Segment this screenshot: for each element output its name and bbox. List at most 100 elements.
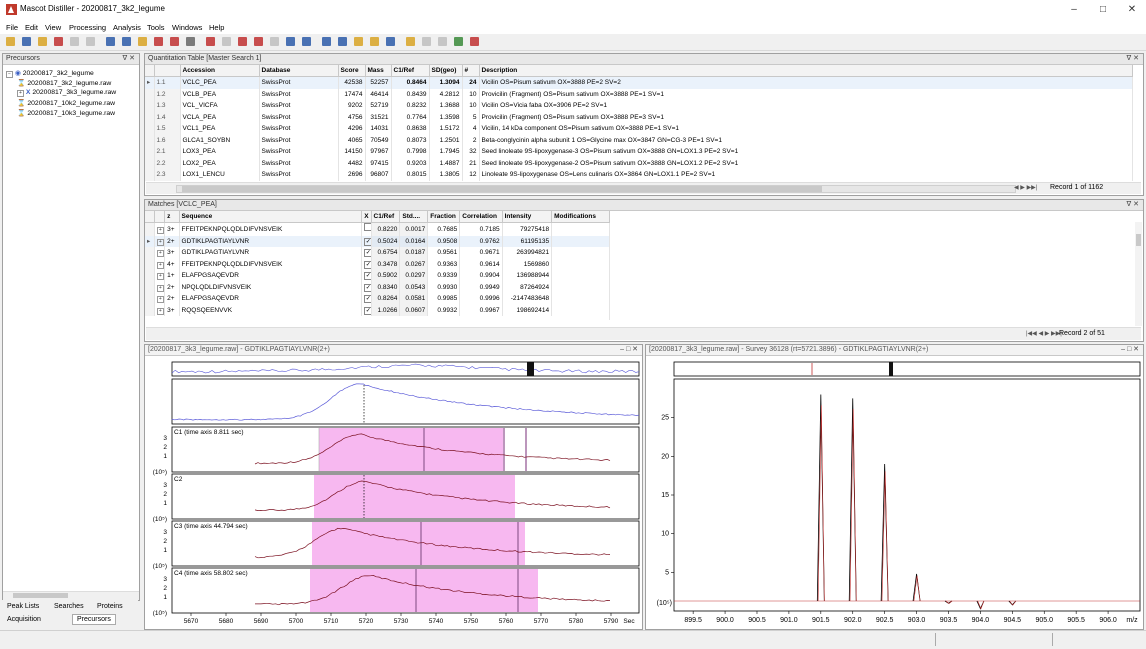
- table-row[interactable]: 2.3 LOX1_LENCU SwissProt 2696 96807 0.8015 1.3…: [145, 169, 1133, 181]
- expand-icon[interactable]: +: [156, 273, 164, 280]
- toolbar-icon[interactable]: [254, 37, 263, 46]
- matches-vscrollbar[interactable]: [1135, 222, 1142, 326]
- toolbar-icon[interactable]: [470, 37, 479, 46]
- expand-icon[interactable]: +: [156, 261, 164, 269]
- col-c1-ref[interactable]: C1/Ref: [371, 211, 401, 223]
- table-row[interactable]: 1.5 VCL1_PEA SwissProt 4296 14031 0.8638 1.517…: [145, 123, 1133, 135]
- toolbar-icon[interactable]: [222, 37, 231, 46]
- col-count[interactable]: #: [462, 65, 480, 77]
- panel-window-buttons[interactable]: – □ ✕: [620, 345, 638, 355]
- table-row[interactable]: 2.1 LOX3_PEA SwissProt 14150 97967 0.7998 1.79…: [145, 146, 1133, 158]
- matches-nav-buttons[interactable]: |◀◀ ◀ ▶ ▶▶|: [1026, 330, 1062, 337]
- toolbar-icon[interactable]: [422, 37, 431, 46]
- close-button[interactable]: ✕: [1118, 2, 1146, 18]
- table-row[interactable]: +3+ GDTIKLPAGTIAYLVNR ✓ 0.6754 0.0187 0.9561 0…: [145, 247, 610, 259]
- toolbar-icon[interactable]: [186, 37, 195, 46]
- panel-pin-close-icon[interactable]: ∇ ✕: [1127, 54, 1140, 64]
- tab-searches[interactable]: Searches: [54, 603, 84, 610]
- col-sequence[interactable]: Sequence: [179, 211, 363, 223]
- tab-acquisition[interactable]: Acquisition: [7, 616, 41, 623]
- tree-file-1[interactable]: ⌛ 20200817_3k2_legume.raw: [17, 79, 111, 87]
- include-checkbox[interactable]: ✓: [364, 260, 370, 269]
- toolbar-icon[interactable]: [6, 37, 15, 46]
- toolbar-icon[interactable]: [386, 37, 395, 46]
- col-modifications[interactable]: Modifications: [551, 211, 610, 223]
- tab-peak-lists[interactable]: Peak Lists: [7, 603, 39, 610]
- tree-file-4[interactable]: ⌛ 20200817_10k3_legume.raw: [17, 109, 115, 117]
- include-checkbox[interactable]: ✓: [364, 249, 370, 257]
- table-row[interactable]: 1.6 GLCA1_SOYBN SwissProt 4065 70549 0.8073 1.…: [145, 134, 1133, 146]
- menu-processing[interactable]: Processing: [69, 23, 106, 32]
- table-row[interactable]: +2+ ELAFPGSAQEVDR ✓ 0.8264 0.0581 0.9985 0.999…: [145, 293, 610, 305]
- toolbar-icon[interactable]: [338, 37, 347, 46]
- toolbar-icon[interactable]: [238, 37, 247, 46]
- col-score[interactable]: Score: [338, 65, 366, 77]
- toolbar-icon[interactable]: [106, 37, 115, 46]
- include-checkbox[interactable]: ✓: [364, 272, 370, 280]
- tab-proteins[interactable]: Proteins: [97, 603, 123, 610]
- menu-help[interactable]: Help: [209, 23, 224, 32]
- menu-edit[interactable]: Edit: [25, 23, 38, 32]
- include-checkbox[interactable]: ✓: [364, 295, 370, 303]
- toolbar-icon[interactable]: [122, 37, 131, 46]
- col-sd[interactable]: SD(geo): [429, 65, 463, 77]
- include-checkbox[interactable]: ✓: [364, 283, 370, 292]
- panel-pin-close-icon[interactable]: ∇ ✕: [1127, 200, 1140, 210]
- toolbar-icon[interactable]: [154, 37, 163, 46]
- table-row[interactable]: ▸ 1.1 VCLC_PEA SwissProt 42538 52257 0.8464 1.3…: [145, 76, 1133, 89]
- spectrum-chart[interactable]: 25 20 15 10 5 (10⁵) 899.5 900.0 900.5 901.0 901.5 9…: [646, 357, 1143, 629]
- tree-file-2[interactable]: + X 20200817_3k3_legume.raw: [17, 89, 116, 97]
- table-row[interactable]: +2+ NPQLQDLDIFVNSVEIK ✓ 0.8340 0.0543 0.9930 0…: [145, 281, 610, 293]
- expand-icon[interactable]: +: [156, 226, 164, 234]
- toolbar-icon[interactable]: [406, 37, 415, 46]
- toolbar-icon[interactable]: [370, 37, 379, 46]
- col-database[interactable]: Database: [259, 65, 339, 77]
- toolbar-icon[interactable]: [86, 37, 95, 46]
- col-ratio[interactable]: C1/Ref: [391, 65, 430, 77]
- col-intensity[interactable]: Intensity: [502, 211, 553, 223]
- toolbar-icon[interactable]: [170, 37, 179, 46]
- toolbar-icon[interactable]: [286, 37, 295, 46]
- expand-icon[interactable]: +: [156, 250, 164, 257]
- toolbar-icon[interactable]: [322, 37, 331, 46]
- include-checkbox[interactable]: ✓: [364, 237, 370, 246]
- table-row[interactable]: 1.2 VCLB_PEA SwissProt 17474 46414 0.8439 4.28…: [145, 88, 1133, 100]
- expand-icon[interactable]: +: [156, 238, 164, 246]
- tree-file-3[interactable]: ⌛ 20200817_10k2_legume.raw: [17, 99, 115, 107]
- tree-root[interactable]: − ◉ 20200817_3k2_legume: [6, 69, 94, 78]
- panel-pin-close-icon[interactable]: ∇ ✕: [123, 54, 136, 64]
- toolbar-icon[interactable]: [206, 37, 215, 46]
- col-std[interactable]: Std....: [399, 211, 429, 223]
- include-checkbox[interactable]: [364, 223, 370, 231]
- table-row[interactable]: 1.3 VCL_VICFA SwissProt 9202 52719 0.8232 1.36…: [145, 100, 1133, 112]
- toolbar-icon[interactable]: [22, 37, 31, 46]
- table-row[interactable]: 2.2 LOX2_PEA SwissProt 4482 97415 0.9203 1.488…: [145, 157, 1133, 169]
- expand-icon[interactable]: +: [156, 284, 164, 292]
- table-row[interactable]: +1+ ELAFPGSAQEVDR ✓ 0.5902 0.0297 0.9339 0.990…: [145, 270, 610, 282]
- menu-windows[interactable]: Windows: [172, 23, 202, 32]
- expand-icon[interactable]: +: [156, 307, 164, 315]
- toolbar-icon[interactable]: [354, 37, 363, 46]
- toolbar-icon[interactable]: [270, 37, 279, 46]
- menu-analysis[interactable]: Analysis: [113, 23, 141, 32]
- col-x[interactable]: X: [361, 211, 372, 223]
- expand-icon[interactable]: +: [156, 296, 164, 303]
- xic-chart[interactable]: C1 (time axis 8.811 sec) 3 2 1 (10⁵) C2 3 2 1 (10…: [145, 357, 642, 629]
- col-accession[interactable]: Accession: [180, 65, 260, 77]
- toolbar-icon[interactable]: [302, 37, 311, 46]
- toolbar-icon[interactable]: [438, 37, 447, 46]
- menu-tools[interactable]: Tools: [147, 23, 165, 32]
- precursors-hscrollbar[interactable]: [3, 591, 139, 600]
- toolbar-icon[interactable]: [454, 37, 463, 46]
- tab-precursors[interactable]: Precursors: [72, 614, 116, 625]
- col-mass[interactable]: Mass: [365, 65, 392, 77]
- col-z[interactable]: z: [164, 211, 180, 223]
- toolbar-icon[interactable]: [70, 37, 79, 46]
- panel-window-buttons[interactable]: – □ ✕: [1121, 345, 1139, 355]
- table-row[interactable]: +3+ FFEITPEKNPQLQDLDIFVNSVEIK 0.8220 0.0017…: [145, 222, 610, 236]
- menu-file[interactable]: File: [6, 23, 18, 32]
- table-row[interactable]: ▸ +2+ GDTIKLPAGTIAYLVNR ✓ 0.5024 0.0164 0.9508…: [145, 235, 610, 247]
- toolbar-icon[interactable]: [38, 37, 47, 46]
- table-row[interactable]: 1.4 VCLA_PEA SwissProt 4756 31521 0.7764 1.359…: [145, 111, 1133, 123]
- col-description[interactable]: Description: [479, 65, 1133, 77]
